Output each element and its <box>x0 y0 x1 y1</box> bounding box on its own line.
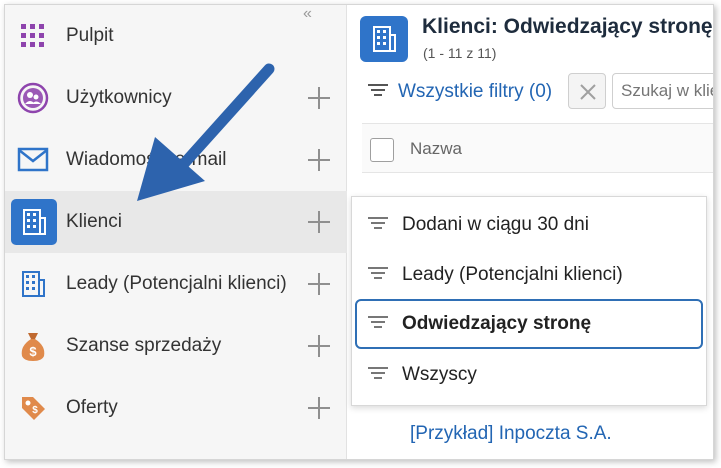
sidebar-item-clients[interactable]: Klienci <box>5 191 347 253</box>
add-offer-button[interactable] <box>305 394 333 422</box>
filter-icon <box>368 265 388 286</box>
building-icon <box>11 199 57 245</box>
all-filters-label: Wszystkie filtry (0) <box>398 81 553 102</box>
filter-option-leads[interactable]: Leady (Potencjalni klienci) <box>352 250 708 300</box>
filter-icon <box>368 365 388 386</box>
building-icon <box>360 16 408 62</box>
filter-option-site-visitors[interactable]: Odwiedzający stronę <box>355 299 703 349</box>
search-input[interactable] <box>612 73 713 109</box>
select-all-checkbox[interactable] <box>370 138 394 162</box>
filter-option-label: Dodani w ciągu 30 dni <box>402 214 589 235</box>
filter-option-label: Odwiedzający stronę <box>402 313 592 334</box>
sidebar-item-label: Leady (Potencjalni klienci) <box>66 273 287 294</box>
sidebar-item-label: Klienci <box>66 211 122 232</box>
sidebar-item-pulpit[interactable]: Pulpit <box>5 5 347 67</box>
money-bag-icon: $ <box>15 328 51 364</box>
sidebar-item-leads[interactable]: Leady (Potencjalni klienci) <box>5 253 347 315</box>
add-lead-button[interactable] <box>305 270 333 298</box>
sidebar-item-opportunities[interactable]: $ Szanse sprzedaży <box>5 315 347 377</box>
table-row-link[interactable]: [Przykład] Inpoczta S.A. <box>410 423 612 445</box>
record-count: (1 - 11 z 11) <box>423 45 497 61</box>
add-user-button[interactable] <box>305 84 333 112</box>
clear-filters-button[interactable] <box>568 73 606 109</box>
svg-text:$: $ <box>32 405 38 416</box>
close-icon <box>580 84 596 100</box>
app-window: « Pulpit Użytkownicy Wiadomości e-mail K… <box>4 4 714 460</box>
sidebar-item-label: Pulpit <box>66 25 114 46</box>
tag-icon: $ <box>15 390 51 426</box>
add-email-button[interactable] <box>305 146 333 174</box>
filter-option-label: Leady (Potencjalni klienci) <box>402 264 623 285</box>
svg-text:$: $ <box>29 344 37 359</box>
page-title: Klienci: Odwiedzający stronę <box>422 15 713 38</box>
sidebar-item-offers[interactable]: $ Oferty <box>5 377 347 439</box>
filter-icon <box>368 215 388 236</box>
add-opportunity-button[interactable] <box>305 332 333 360</box>
filter-option-all[interactable]: Wszyscy <box>352 350 708 400</box>
sidebar: « Pulpit Użytkownicy Wiadomości e-mail K… <box>5 5 347 459</box>
filter-option-label: Wszyscy <box>402 364 477 385</box>
add-client-button[interactable] <box>305 208 333 236</box>
column-header-name[interactable]: Nazwa <box>410 139 462 159</box>
users-icon <box>15 80 51 116</box>
table-header: Nazwa <box>362 123 713 173</box>
sidebar-item-label: Oferty <box>66 397 118 418</box>
filter-icon <box>368 82 388 103</box>
sidebar-item-label: Użytkownicy <box>66 87 172 108</box>
building-outline-icon <box>15 266 51 302</box>
filter-dropdown: Dodani w ciągu 30 dni Leady (Potencjalni… <box>351 196 707 406</box>
sidebar-item-label: Wiadomości e-mail <box>66 149 227 170</box>
filter-icon <box>368 314 388 335</box>
sidebar-item-users[interactable]: Użytkownicy <box>5 67 347 129</box>
sidebar-item-emails[interactable]: Wiadomości e-mail <box>5 129 347 191</box>
mail-icon <box>15 142 51 178</box>
sidebar-item-label: Szanse sprzedaży <box>66 335 222 356</box>
filter-option-added-30-days[interactable]: Dodani w ciągu 30 dni <box>352 200 708 250</box>
grid-icon <box>15 18 51 54</box>
all-filters-button[interactable]: Wszystkie filtry (0) <box>368 77 552 107</box>
